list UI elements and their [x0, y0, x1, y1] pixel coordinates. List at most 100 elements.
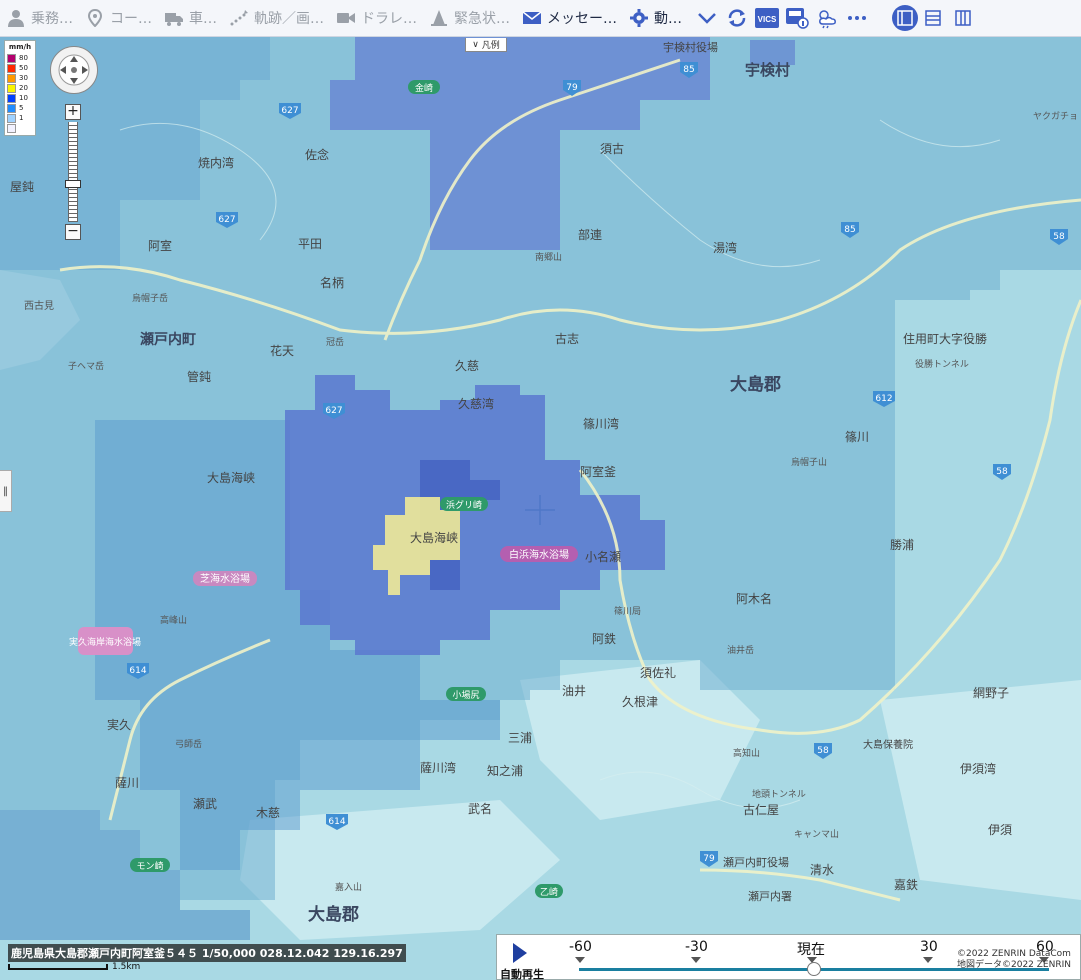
location-readout: 鹿児島県大島郡瀬戸内町阿室釜５４５ 1/50,000 028.12.042 12…	[8, 944, 406, 962]
map-label-region: 大島郡	[308, 904, 359, 925]
timeline-tick-label: 30	[920, 939, 938, 955]
place-label: 久根津	[622, 695, 658, 709]
legend-label: 30	[19, 74, 28, 82]
weather-icon[interactable]	[814, 5, 840, 31]
zoom-in-button[interactable]: +	[65, 104, 81, 120]
side-panel-toggle[interactable]: ‖	[0, 470, 12, 512]
place-label: 三浦	[508, 731, 532, 745]
legend-row: 1	[7, 113, 33, 123]
view-list-icon[interactable]	[920, 5, 946, 31]
place-label: 嘉鉄	[894, 877, 918, 892]
timeline-tick-label: 現在	[797, 942, 825, 958]
small-label: 烏帽子山	[791, 456, 827, 468]
place-label: 大島海峡	[207, 470, 255, 485]
small-label: 烏帽子岳	[132, 292, 168, 304]
timeline-tick	[923, 957, 933, 963]
legend-rows: 80 50 30 20 10 5 1	[7, 53, 33, 133]
place-label: 清水	[810, 863, 834, 877]
route-number: 627	[281, 106, 298, 116]
timeline-tick-label: -60	[569, 939, 592, 955]
view-single-icon[interactable]	[892, 5, 918, 31]
route-number: 58	[817, 746, 829, 756]
map-label-region: 宇検村	[745, 61, 790, 79]
rain-radar-map[interactable]: 大島郡 瀬戸内町 宇検村 大島郡 佐念 焼内湾 屋鈍 阿室 平田 名柄 須古 部…	[0, 37, 1081, 980]
toolbar-item-label: ドラレ…	[361, 11, 417, 27]
place-label: 武名	[468, 801, 492, 816]
legend-swatch	[7, 83, 16, 93]
top-toolbar: 乗務… コー… 車… 軌跡／画… ドラレ… 緊急状… メッセー… 動… VICS	[0, 0, 1081, 37]
cape-label: モン崎	[136, 860, 163, 872]
legend-row: 20	[7, 83, 33, 93]
toolbar-item-label: コー…	[110, 11, 152, 27]
toolbar-right-group: VICS	[692, 5, 978, 31]
small-label: ヤクガチョ	[1033, 111, 1078, 122]
toolbar-item-label: 乗務…	[31, 11, 73, 27]
small-label: キャンマ山	[794, 829, 839, 840]
vehicle-info-icon[interactable]	[784, 5, 810, 31]
cape-label: 乙崎	[540, 886, 558, 898]
toolbar-item-dashcam[interactable]: ドラレ…	[330, 0, 423, 37]
timeline-slider-thumb[interactable]	[807, 962, 821, 976]
place-label: 宇検村役場	[663, 40, 718, 54]
copyright-line: 地図データ©2022 ZENRIN	[957, 960, 1071, 970]
place-label: 薩川湾	[420, 760, 456, 775]
zoom-out-button[interactable]: −	[65, 224, 81, 240]
zoom-slider-thumb[interactable]	[65, 180, 81, 188]
place-label: 部連	[578, 227, 602, 242]
more-icon[interactable]	[844, 5, 870, 31]
pan-control[interactable]	[50, 46, 98, 94]
route-number: 627	[325, 406, 342, 416]
small-label: 油井岳	[727, 644, 754, 656]
toolbar-item-course[interactable]: コー…	[79, 0, 158, 37]
chevron-down-icon[interactable]	[694, 5, 720, 31]
zoom-control: + −	[64, 104, 82, 240]
envelope-icon	[522, 8, 542, 28]
place-label: 久慈湾	[458, 396, 494, 411]
small-label: 冠岳	[326, 336, 344, 348]
play-icon[interactable]	[513, 943, 527, 963]
toolbar-item-label: 軌跡／画…	[254, 11, 324, 27]
legend-row: 5	[7, 103, 33, 113]
toolbar-item-emergency[interactable]: 緊急状…	[423, 0, 516, 37]
beach-label: 芝海水浴場	[200, 572, 250, 585]
timeline-tick	[575, 957, 585, 963]
place-label: 大島保養院	[863, 738, 913, 751]
toolbar-item-message[interactable]: メッセー…	[516, 0, 623, 37]
toolbar-item-label: 動…	[654, 11, 682, 27]
view-split-icon[interactable]	[950, 5, 976, 31]
route-number: 79	[566, 83, 578, 93]
small-label: 高知山	[733, 747, 760, 759]
route-number: 79	[703, 854, 715, 864]
legend-swatch	[7, 73, 16, 83]
place-label: 屋鈍	[10, 179, 34, 194]
small-label: 地頭トンネル	[752, 788, 806, 800]
toolbar-item-motion[interactable]: 動…	[623, 0, 688, 37]
map-canvas[interactable]: 大島郡 瀬戸内町 宇検村 大島郡 佐念 焼内湾 屋鈍 阿室 平田 名柄 須古 部…	[0, 37, 1081, 980]
legend-label: 20	[19, 84, 28, 92]
timeline-tick-label: -30	[685, 939, 708, 955]
pan-arrows-icon[interactable]	[54, 50, 94, 90]
legend-swatch	[7, 63, 16, 73]
legend-row: 10	[7, 93, 33, 103]
toolbar-item-label: メッセー…	[547, 11, 617, 27]
zoom-slider[interactable]	[65, 122, 81, 222]
truck-icon	[164, 8, 184, 28]
vics-button[interactable]: VICS	[754, 5, 780, 31]
place-label: 瀬武	[193, 797, 217, 811]
legend-row: 80	[7, 53, 33, 63]
small-label: 弓師岳	[175, 738, 202, 750]
place-label: 瀬戸内町役場	[723, 855, 789, 869]
toolbar-item-vehicle[interactable]: 車…	[158, 0, 223, 37]
gear-icon	[629, 8, 649, 28]
place-label: 小名瀬	[585, 549, 621, 564]
place-label: 篠川	[845, 429, 869, 444]
legend-toggle-button[interactable]: ∨ 凡例	[465, 38, 507, 52]
place-label: 勝浦	[890, 537, 914, 552]
toolbar-item-driver[interactable]: 乗務…	[0, 0, 79, 37]
beach-label: 白浜海水浴場	[509, 548, 569, 561]
refresh-icon[interactable]	[724, 5, 750, 31]
toolbar-item-track[interactable]: 軌跡／画…	[223, 0, 330, 37]
place-label: 湯湾	[713, 240, 737, 255]
place-label: 西古見	[24, 299, 54, 312]
place-label: 実久	[107, 717, 131, 732]
